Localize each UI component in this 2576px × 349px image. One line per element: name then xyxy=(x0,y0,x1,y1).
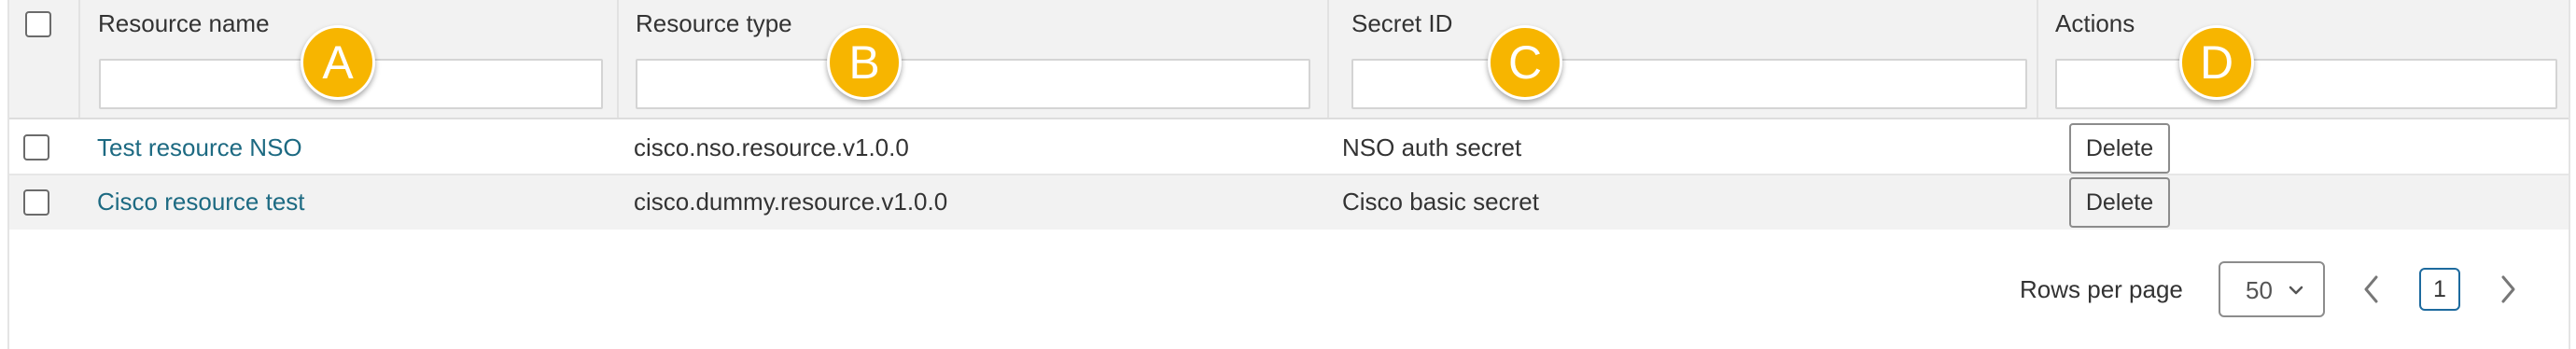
secret-id-cell: NSO auth secret xyxy=(1342,133,1522,161)
current-page-button[interactable]: 1 xyxy=(2419,268,2460,311)
callout-badge-c: C xyxy=(1488,25,1562,100)
select-all-header-cell xyxy=(9,0,80,118)
table-row: Test resource NSO cisco.nso.resource.v1.… xyxy=(9,121,2569,175)
header-resource-type: Resource type xyxy=(619,0,1329,118)
callout-badge-a: A xyxy=(301,25,375,100)
resource-name-link[interactable]: Cisco resource test xyxy=(97,188,305,216)
filter-input-actions[interactable] xyxy=(2055,59,2557,109)
row-checkbox[interactable] xyxy=(23,134,49,161)
rows-per-page-select[interactable]: 50 xyxy=(2219,261,2325,317)
secret-id-cell: Cisco basic secret xyxy=(1342,188,1539,216)
rows-per-page-value: 50 xyxy=(2246,276,2273,304)
header-actions: Actions xyxy=(2038,0,2569,118)
callout-badge-d: D xyxy=(2179,25,2254,100)
select-all-checkbox[interactable] xyxy=(25,11,51,37)
previous-page-icon[interactable] xyxy=(2361,272,2382,306)
chevron-down-icon xyxy=(2289,286,2303,295)
filter-input-resource-type[interactable] xyxy=(636,59,1310,109)
filter-input-secret-id[interactable] xyxy=(1351,59,2027,109)
header-label-resource-name: Resource name xyxy=(98,9,270,37)
resource-type-cell: cisco.dummy.resource.v1.0.0 xyxy=(634,188,948,216)
header-label-actions: Actions xyxy=(2055,9,2135,37)
header-label-resource-type: Resource type xyxy=(636,9,792,37)
header-secret-id: Secret ID xyxy=(1329,0,2038,118)
rows-per-page-label: Rows per page xyxy=(2020,275,2183,303)
resource-type-cell: cisco.nso.resource.v1.0.0 xyxy=(634,133,909,161)
callout-badge-b: B xyxy=(827,25,902,100)
table-row: Cisco resource test cisco.dummy.resource… xyxy=(9,175,2569,230)
resource-name-link[interactable]: Test resource NSO xyxy=(97,133,302,162)
next-page-icon[interactable] xyxy=(2498,272,2518,306)
delete-button[interactable]: Delete xyxy=(2069,123,2170,174)
header-label-secret-id: Secret ID xyxy=(1351,9,1453,37)
delete-button[interactable]: Delete xyxy=(2069,177,2170,228)
row-checkbox[interactable] xyxy=(23,189,49,216)
